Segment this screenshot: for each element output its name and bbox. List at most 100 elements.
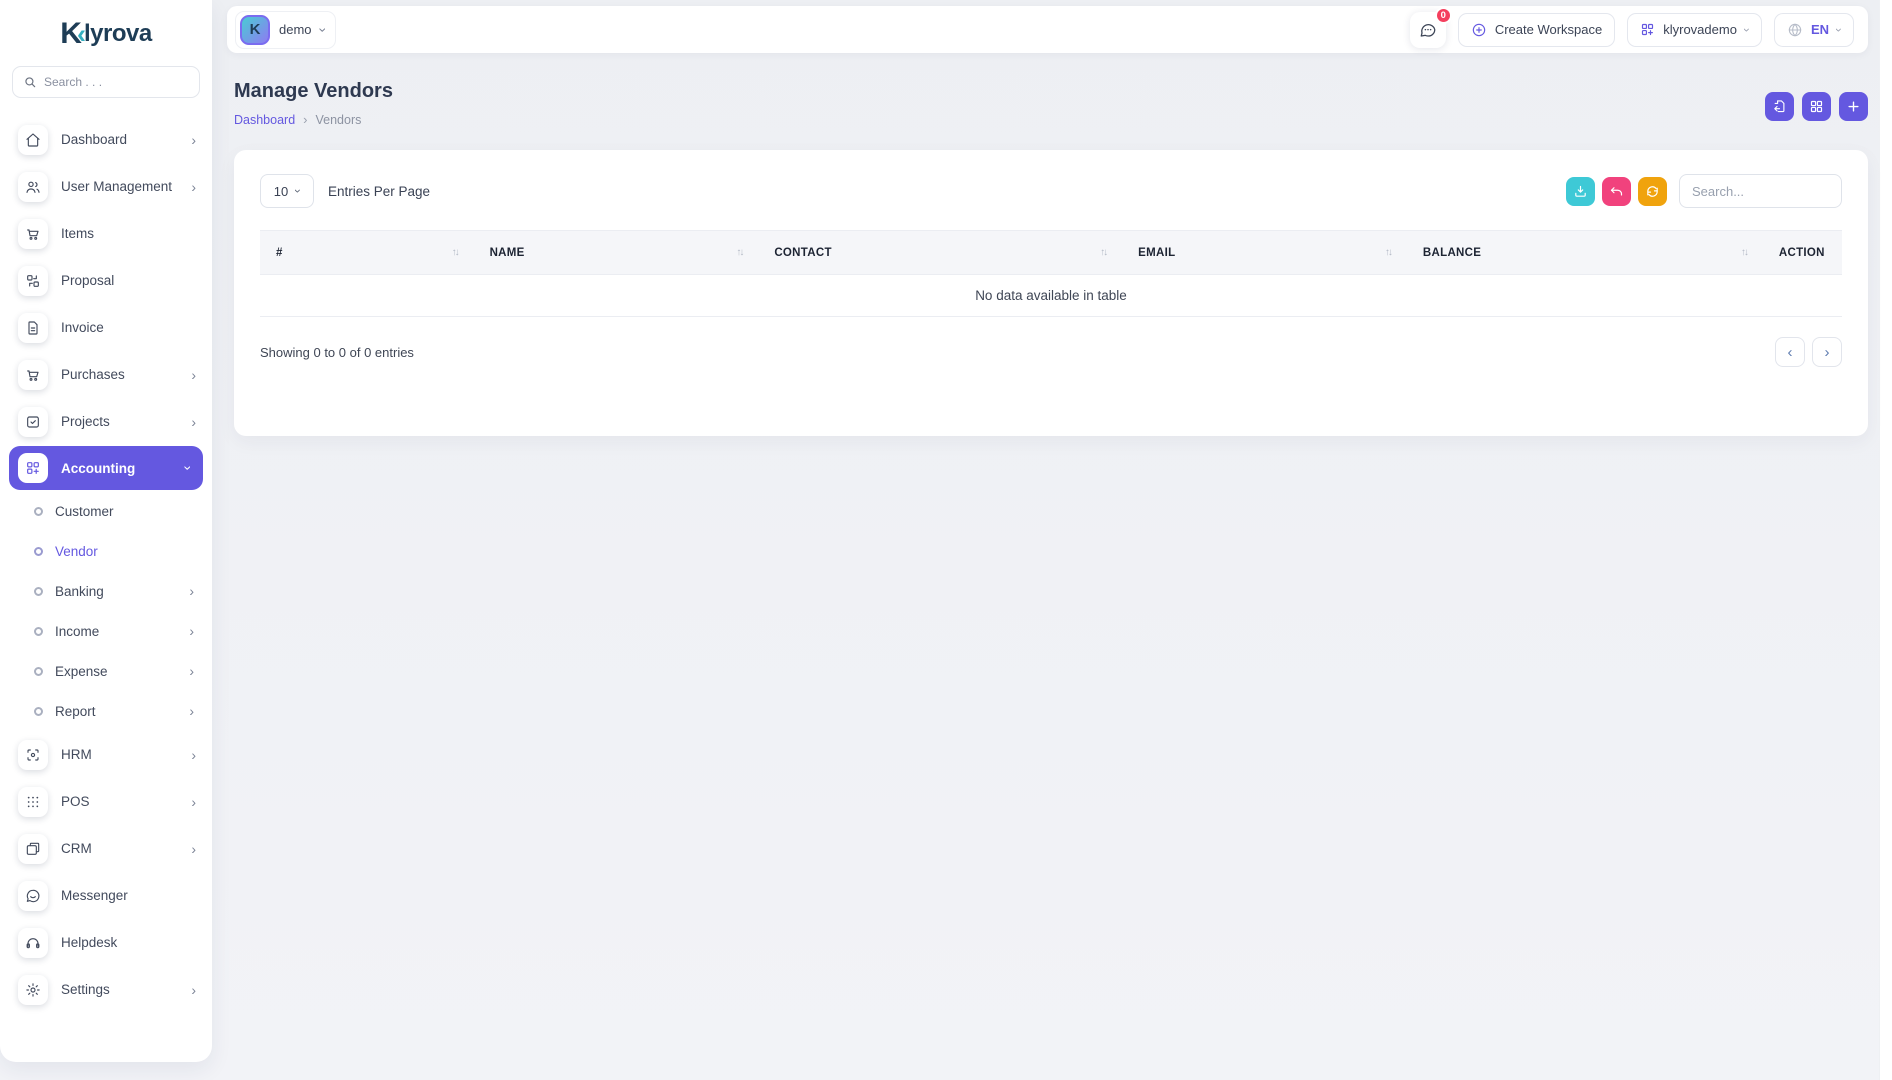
grid-dots-icon xyxy=(18,786,48,817)
chevron-down-icon: › xyxy=(314,27,331,32)
sidebar-search xyxy=(12,66,200,98)
next-page-button[interactable]: › xyxy=(1812,337,1842,367)
sidebar-item-settings[interactable]: Settings › xyxy=(0,966,212,1013)
sidebar-subitem-label: Expense xyxy=(55,663,108,679)
refresh-button[interactable] xyxy=(1638,176,1667,206)
sidebar-item-proposal[interactable]: Proposal xyxy=(0,257,212,304)
download-icon xyxy=(1573,184,1588,199)
page-title: Manage Vendors xyxy=(234,80,393,102)
entries-per-page-select[interactable]: 10 › xyxy=(260,174,314,208)
gear-icon xyxy=(18,974,48,1005)
column-header-action[interactable]: ACTION xyxy=(1762,230,1842,275)
bullet-circle-icon xyxy=(34,506,43,516)
windows-stack-icon xyxy=(18,833,48,864)
sidebar-item-label: HRM xyxy=(61,747,92,762)
workspace-switcher[interactable]: K demo › xyxy=(235,10,337,49)
breadcrumb-dashboard-link[interactable]: Dashboard xyxy=(234,113,295,127)
active-workspace-dropdown[interactable]: klyrovademo › xyxy=(1627,12,1762,47)
language-dropdown[interactable]: EN › xyxy=(1773,12,1854,47)
create-workspace-button[interactable]: Create Workspace xyxy=(1457,12,1616,47)
import-export-log-button[interactable] xyxy=(1765,92,1794,121)
chevron-left-icon: ‹ xyxy=(1787,343,1793,361)
sidebar-item-messenger[interactable]: Messenger xyxy=(0,872,212,919)
sort-icon: ↑↓ xyxy=(1384,247,1393,258)
export-button[interactable] xyxy=(1566,176,1595,206)
grid-view-button[interactable] xyxy=(1802,92,1831,121)
sidebar-item-purchases[interactable]: Purchases › xyxy=(0,351,212,398)
vendors-table-card: 10 › Entries Per Page # ↑↓ xyxy=(234,150,1868,436)
brand-logo[interactable]: K ‹ lyrova xyxy=(0,0,212,58)
chevron-right-icon: › xyxy=(189,583,194,599)
column-header-balance[interactable]: BALANCE ↑↓ xyxy=(1406,230,1763,275)
bullet-circle-icon xyxy=(34,546,43,556)
chevron-right-icon: › xyxy=(191,366,196,383)
sidebar-item-crm[interactable]: CRM › xyxy=(0,825,212,872)
table-footer: Showing 0 to 0 of 0 entries ‹ › xyxy=(260,337,1842,367)
sidebar-subitem-vendor[interactable]: Vendor xyxy=(0,531,212,571)
sidebar-subitem-label: Banking xyxy=(55,583,104,599)
sidebar-item-label: Dashboard xyxy=(61,132,128,147)
headset-icon xyxy=(18,927,48,958)
sidebar-item-pos[interactable]: POS › xyxy=(0,778,212,825)
sidebar-search-input[interactable] xyxy=(44,75,189,89)
chat-bubble-icon xyxy=(18,880,48,911)
sidebar-item-dashboard[interactable]: Dashboard › xyxy=(0,116,212,163)
sidebar-item-items[interactable]: Items xyxy=(0,210,212,257)
bullet-circle-icon xyxy=(34,706,43,716)
entries-per-page-label: Entries Per Page xyxy=(328,183,431,199)
sidebar-subitem-report[interactable]: Report › xyxy=(0,691,212,731)
plus-icon xyxy=(1846,99,1861,114)
sidebar-item-label: Helpdesk xyxy=(61,935,118,950)
sort-icon: ↑↓ xyxy=(736,247,744,258)
sidebar-item-label: Messenger xyxy=(61,888,128,903)
sidebar-item-invoice[interactable]: Invoice xyxy=(0,304,212,351)
sidebar-item-label: Proposal xyxy=(61,273,115,288)
messages-button[interactable]: 0 xyxy=(1409,6,1452,48)
column-header-index[interactable]: # ↑↓ xyxy=(260,230,474,275)
chat-icon xyxy=(1419,21,1437,39)
grid-plus-icon xyxy=(1640,22,1655,37)
create-workspace-label: Create Workspace xyxy=(1494,22,1603,37)
bullet-circle-icon xyxy=(34,626,43,636)
page-actions xyxy=(1765,92,1868,121)
check-square-icon xyxy=(18,406,48,437)
chevron-right-icon: › xyxy=(191,178,196,195)
table-search-input[interactable] xyxy=(1679,174,1842,208)
sidebar-item-projects[interactable]: Projects › xyxy=(0,398,212,445)
add-vendor-button[interactable] xyxy=(1839,92,1868,121)
sidebar-item-hrm[interactable]: HRM › xyxy=(0,731,212,778)
sort-icon: ↑↓ xyxy=(451,247,460,258)
entries-per-page-value: 10 xyxy=(273,183,289,199)
column-header-contact[interactable]: CONTACT ↑↓ xyxy=(758,230,1123,275)
scrollbar[interactable] xyxy=(1879,0,1892,1080)
logo-text: lyrova xyxy=(83,20,152,47)
sidebar-item-user-management[interactable]: User Management › xyxy=(0,163,212,210)
top-header-bar: K demo › 0 Create Workspace klyrovademo … xyxy=(227,6,1868,53)
workspace-name: demo xyxy=(279,22,312,37)
sidebar-item-accounting[interactable]: Accounting › xyxy=(9,446,203,490)
reset-button[interactable] xyxy=(1602,176,1631,206)
sidebar-menu: Dashboard › User Management › Items Prop… xyxy=(0,116,212,1013)
plus-circle-icon xyxy=(1471,22,1487,38)
sidebar-subitem-customer[interactable]: Customer xyxy=(0,491,212,531)
column-header-name[interactable]: NAME ↑↓ xyxy=(473,230,759,275)
chevron-down-icon: › xyxy=(1739,27,1754,32)
sidebar-item-helpdesk[interactable]: Helpdesk xyxy=(0,919,212,966)
grid-plus-icon xyxy=(18,453,48,483)
sidebar-subitem-banking[interactable]: Banking › xyxy=(0,571,212,611)
chevron-down-icon: › xyxy=(1832,27,1846,32)
column-header-email[interactable]: EMAIL ↑↓ xyxy=(1122,230,1407,275)
empty-row: No data available in table xyxy=(260,274,1842,317)
sidebar-subitem-expense[interactable]: Expense › xyxy=(0,651,212,691)
refresh-icon xyxy=(1645,184,1660,199)
sidebar-item-label: Projects xyxy=(61,414,110,429)
workspace-avatar: K xyxy=(240,14,270,45)
cart-icon xyxy=(18,359,48,390)
chevron-right-icon: › xyxy=(189,663,194,679)
breadcrumb-current: Vendors xyxy=(315,112,362,127)
column-label: CONTACT xyxy=(774,246,832,259)
file-export-icon xyxy=(1772,99,1787,114)
sidebar-subitem-income[interactable]: Income › xyxy=(0,611,212,651)
previous-page-button[interactable]: ‹ xyxy=(1775,337,1805,367)
chevron-right-icon: › xyxy=(1824,343,1830,361)
